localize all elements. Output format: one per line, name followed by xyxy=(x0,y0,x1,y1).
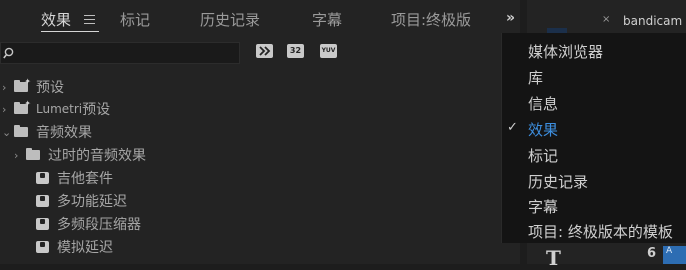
menu-item-project[interactable]: 项目: 终极版本的模板 xyxy=(528,221,673,242)
tab-captions[interactable]: 字幕 xyxy=(312,9,342,30)
checkmark-icon: ✓ xyxy=(507,120,518,135)
tab-history[interactable]: 历史记录 xyxy=(200,9,260,30)
panel-tab-bar: 效果 标记 历史记录 字幕 项目:终极版 » xyxy=(0,0,520,40)
effect-icon xyxy=(36,241,49,253)
search-input[interactable] xyxy=(0,42,240,64)
tree-item-analog-delay[interactable]: 模拟延迟 xyxy=(36,236,113,258)
star-folder-icon: ✦ xyxy=(14,77,31,92)
type-tool-icon[interactable]: T xyxy=(546,246,561,270)
chevron-right-icon[interactable]: › xyxy=(2,103,14,116)
menu-item-media-browser[interactable]: 媒体浏览器 xyxy=(528,41,603,62)
close-tab-icon[interactable]: × xyxy=(602,14,610,25)
tree-item-obsolete-audio-effects[interactable]: › 过时的音频效果 xyxy=(14,144,146,166)
effect-icon xyxy=(36,172,49,184)
folder-icon xyxy=(26,148,40,160)
effects-panel: 效果 标记 历史记录 字幕 项目:终极版 » 32 YUV › ✦ 预设 › ✦ xyxy=(0,0,520,264)
32bit-effects-button[interactable]: 32 xyxy=(287,44,304,58)
active-tab-underline xyxy=(41,31,99,32)
chevron-right-icon[interactable]: › xyxy=(2,81,14,94)
menu-item-history[interactable]: 历史记录 xyxy=(528,171,588,192)
chevron-right-icon[interactable]: › xyxy=(14,149,26,162)
effect-icon xyxy=(36,195,49,207)
tab-project[interactable]: 项目:终极版 xyxy=(391,9,471,30)
panel-list-dropdown: 媒体浏览器 库 信息 ✓ 效果 标记 历史记录 字幕 项目: 终极版本的模板 xyxy=(501,33,686,243)
yuv-effects-button[interactable]: YUV xyxy=(320,44,337,58)
tab-effects[interactable]: 效果 xyxy=(41,9,71,30)
track-number: 6 xyxy=(647,246,657,261)
star-folder-icon: ✦ xyxy=(14,99,31,114)
effect-icon xyxy=(36,218,49,230)
effects-toolbar: 32 YUV xyxy=(0,40,520,68)
tab-bandicam[interactable]: bandicam 2 xyxy=(623,14,686,28)
chevron-down-icon[interactable]: ⌄ xyxy=(2,126,14,139)
menu-item-markers[interactable]: 标记 xyxy=(528,145,558,166)
tree-item-multiband-compressor[interactable]: 多频段压缩器 xyxy=(36,213,141,235)
accelerated-effects-icon xyxy=(259,46,271,56)
menu-item-info[interactable]: 信息 xyxy=(528,93,558,114)
menu-item-libraries[interactable]: 库 xyxy=(528,67,543,88)
tree-item-lumetri-presets[interactable]: › ✦ Lumetri 预设 xyxy=(2,98,110,120)
panel-menu-icon[interactable] xyxy=(84,15,95,24)
tree-item-multitap-delay[interactable]: 多功能延迟 xyxy=(36,190,127,212)
folder-icon xyxy=(14,125,28,137)
audio-track-button[interactable]: A xyxy=(663,246,686,264)
tree-item-guitar-suite[interactable]: 吉他套件 xyxy=(36,167,113,189)
tab-overflow-button[interactable]: » xyxy=(506,10,515,26)
menu-item-effects[interactable]: 效果 xyxy=(528,119,558,140)
menu-item-captions[interactable]: 字幕 xyxy=(528,196,558,217)
accelerated-effects-button[interactable] xyxy=(256,44,273,58)
search-icon xyxy=(3,47,14,59)
tree-item-audio-effects[interactable]: ⌄ 音频效果 xyxy=(2,121,92,143)
tab-markers[interactable]: 标记 xyxy=(120,9,150,30)
tree-item-presets[interactable]: › ✦ 预设 xyxy=(2,76,64,98)
